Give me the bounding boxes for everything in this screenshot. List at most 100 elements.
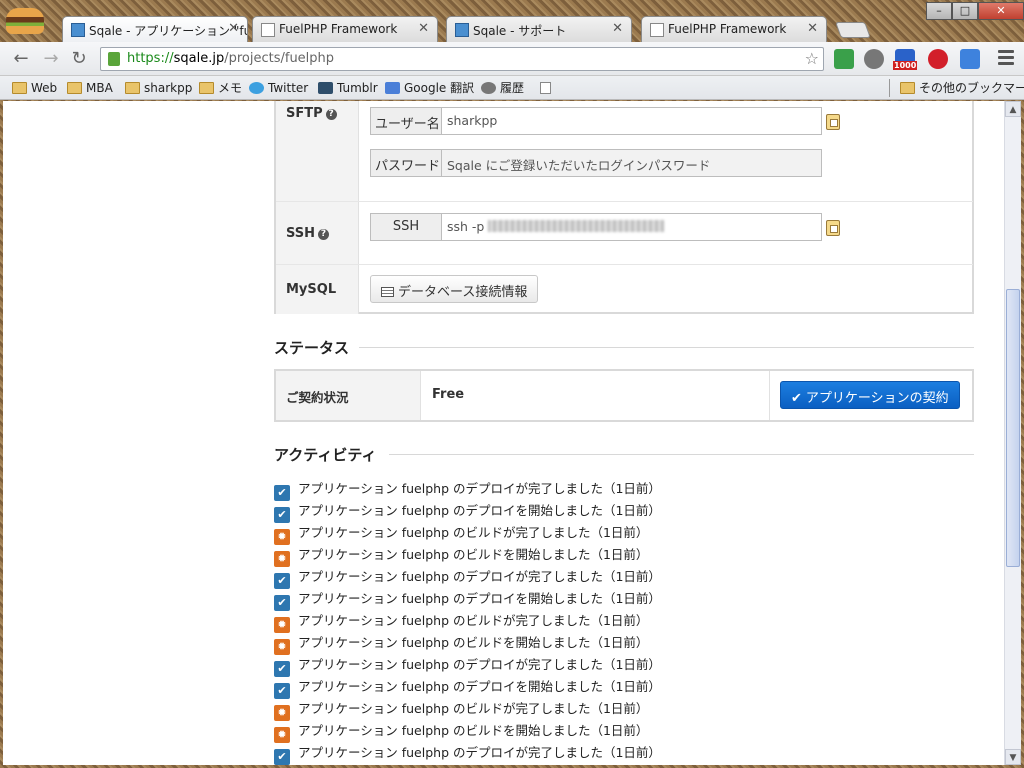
bookmark-memo[interactable]: メモ — [199, 79, 242, 97]
other-bookmarks[interactable]: その他のブックマーク — [900, 79, 1024, 97]
activity-item: ✹ アプリケーション fuelphp のビルドを開始しました（1日前） — [274, 544, 648, 567]
scroll-down-arrow-icon[interactable]: ▼ — [1005, 749, 1021, 765]
bookmark-star-icon[interactable]: ☆ — [805, 49, 819, 68]
password-addon: パスワード — [371, 150, 442, 176]
folder-icon — [125, 82, 140, 94]
menu-icon[interactable] — [998, 50, 1014, 66]
close-icon[interactable]: ✕ — [807, 21, 818, 36]
ssh-command-field[interactable]: SSH ssh -p — [370, 213, 822, 241]
bookmark-mba[interactable]: MBA — [67, 79, 113, 97]
activity-text: アプリケーション fuelphp のビルドを開始しました（1日前） — [298, 635, 649, 650]
page-scrollbar[interactable]: ▲ ▼ — [1004, 101, 1021, 765]
bookmark-sharkpp[interactable]: sharkpp — [125, 79, 192, 97]
help-icon[interactable]: ? — [318, 229, 330, 240]
activity-item: ✔ アプリケーション fuelphp のデプロイを開始しました（1日前） — [274, 588, 661, 611]
build-gear-icon: ✹ — [274, 639, 290, 655]
close-icon[interactable]: ✕ — [418, 21, 429, 36]
activity-text: アプリケーション fuelphp のビルドを開始しました（1日前） — [298, 547, 649, 562]
extension-translate-icon[interactable] — [960, 49, 980, 69]
bookmark-web[interactable]: Web — [12, 79, 57, 97]
ssh-row: SSH? SSH ssh -p — [276, 202, 973, 265]
tab-sqale-support[interactable]: Sqale - サポート ✕ — [446, 16, 632, 42]
username-value: sharkpp — [447, 113, 498, 128]
contract-button-label: アプリケーションの契約 — [805, 391, 949, 406]
scroll-thumb[interactable] — [1006, 289, 1020, 567]
activity-item: ✹ アプリケーション fuelphp のビルドが完了しました（1日前） — [274, 698, 648, 721]
bookmark-page[interactable] — [540, 79, 559, 97]
tab-fuelphp-1[interactable]: FuelPHP Framework ✕ — [252, 16, 438, 42]
check-icon: ✔ — [791, 391, 802, 406]
activity-item: ✔ アプリケーション fuelphp のデプロイが完了しました（1日前） — [274, 654, 661, 677]
extension-stop-icon[interactable] — [928, 49, 948, 69]
activity-text: アプリケーション fuelphp のビルドが完了しました（1日前） — [298, 701, 649, 716]
bookmark-label: メモ — [218, 81, 243, 95]
help-icon[interactable]: ? — [325, 109, 337, 120]
tumblr-icon — [318, 82, 333, 94]
tab-title: FuelPHP Framework — [279, 22, 398, 36]
forward-arrow-icon[interactable]: → — [40, 48, 62, 70]
mysql-row: MySQL データベース接続情報 — [276, 265, 973, 314]
history-icon — [481, 82, 496, 94]
minimize-button[interactable]: – — [926, 2, 952, 20]
activity-item: ✹ アプリケーション fuelphp のビルドを開始しました（1日前） — [274, 632, 648, 655]
activity-text: アプリケーション fuelphp のビルドが完了しました（1日前） — [298, 525, 649, 540]
sftp-username-field[interactable]: ユーザー名 sharkpp — [370, 107, 822, 135]
sqale-favicon-icon — [71, 23, 85, 37]
bookmark-google-translate[interactable]: Google 翻訳 — [385, 79, 474, 97]
bookmarks-divider — [889, 79, 890, 97]
browser-window: Sqale - アプリケーション "fue ✕ FuelPHP Framewor… — [0, 0, 1024, 768]
close-icon[interactable]: ✕ — [612, 21, 623, 36]
activity-item: ✔ アプリケーション fuelphp のデプロイが完了しました（1日前） — [274, 478, 661, 501]
extension-refresh-icon[interactable] — [834, 49, 854, 69]
build-gear-icon: ✹ — [274, 529, 290, 545]
activity-item: ✔ アプリケーション fuelphp のデプロイが完了しました（1日前） — [274, 566, 661, 589]
window-close-button[interactable]: ✕ — [978, 2, 1024, 20]
scroll-up-arrow-icon[interactable]: ▲ — [1005, 101, 1021, 117]
folder-icon — [12, 82, 27, 94]
build-gear-icon: ✹ — [274, 551, 290, 567]
status-heading: ステータス — [274, 339, 350, 357]
bookmark-history[interactable]: 履歴 — [481, 79, 524, 97]
password-value: Sqale にご登録いただいたログインパスワード — [447, 158, 711, 173]
bookmark-twitter[interactable]: Twitter — [249, 79, 308, 97]
reload-icon[interactable]: ↻ — [68, 48, 90, 70]
sqale-favicon-icon — [455, 23, 469, 37]
activity-item: ✔ アプリケーション fuelphp のデプロイを開始しました（1日前） — [274, 500, 661, 523]
activity-text: アプリケーション fuelphp のデプロイを開始しました（1日前） — [298, 503, 661, 518]
folder-icon — [900, 82, 915, 94]
back-arrow-icon[interactable]: ← — [10, 48, 32, 70]
url-path: /projects/fuelphp — [224, 51, 335, 66]
burger-app-icon — [6, 8, 44, 34]
extension-feed-icon[interactable]: 1000 — [893, 49, 918, 70]
extension-incognito-icon[interactable] — [864, 49, 884, 69]
tab-fuelphp-2[interactable]: FuelPHP Framework ✕ — [641, 16, 827, 42]
tab-sqale-application[interactable]: Sqale - アプリケーション "fue ✕ — [62, 16, 248, 42]
status-panel: ご契約状況 Free ✔ アプリケーションの契約 — [274, 369, 974, 422]
copy-icon[interactable] — [826, 220, 840, 236]
maximize-button[interactable]: □ — [952, 2, 978, 20]
browser-toolbar: ← → ↻ https://sqale.jp/projects/fuelphp … — [0, 42, 1024, 76]
bookmark-label: 履歴 — [500, 81, 525, 95]
new-tab-button[interactable] — [835, 22, 871, 38]
contract-value: Free — [432, 387, 465, 402]
bookmarks-bar: Web MBA sharkpp メモ Twitter Tumblr Google… — [0, 76, 1024, 100]
address-bar[interactable]: https://sqale.jp/projects/fuelphp ☆ — [100, 47, 824, 71]
activity-text: アプリケーション fuelphp のデプロイを開始しました（1日前） — [298, 591, 661, 606]
tab-title: Sqale - サポート — [473, 24, 567, 38]
tab-title: FuelPHP Framework — [668, 22, 787, 36]
bookmark-label: その他のブックマーク — [919, 81, 1024, 95]
contract-application-button[interactable]: ✔ アプリケーションの契約 — [780, 381, 960, 409]
deploy-check-icon: ✔ — [274, 661, 290, 677]
bookmark-tumblr[interactable]: Tumblr — [318, 79, 378, 97]
status-divider — [769, 371, 770, 420]
activity-text: アプリケーション fuelphp のデプロイを開始しました（1日前） — [298, 679, 661, 694]
deploy-check-icon: ✔ — [274, 507, 290, 523]
page-icon — [540, 82, 551, 94]
copy-icon[interactable] — [826, 114, 840, 130]
extension-badge: 1000 — [893, 61, 918, 70]
close-icon[interactable]: ✕ — [228, 21, 239, 36]
bookmark-label: MBA — [86, 81, 113, 95]
database-info-button[interactable]: データベース接続情報 — [370, 275, 539, 303]
sftp-password-field[interactable]: パスワード Sqale にご登録いただいたログインパスワード — [370, 149, 822, 177]
sftp-label: SFTP? — [276, 101, 359, 201]
